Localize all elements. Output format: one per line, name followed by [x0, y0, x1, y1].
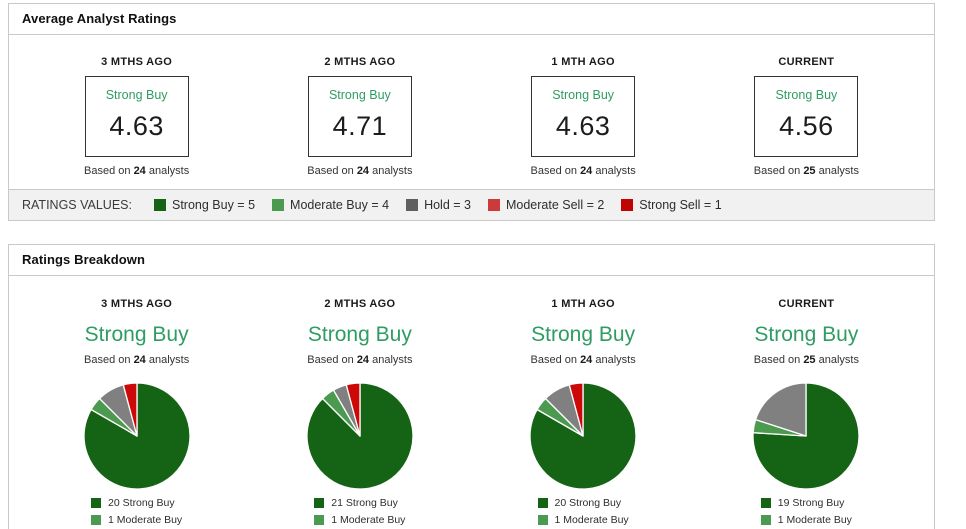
period-label: 2 MTHS AGO — [324, 56, 396, 68]
legend-item-strong-buy: Strong Buy = 5 — [153, 198, 255, 212]
period-label: CURRENT — [778, 56, 835, 68]
legend-item-hold: Hold = 3 — [406, 198, 471, 212]
pie-legend-item: 1 Moderate Buy — [91, 514, 182, 526]
legend-item-strong-sell: Strong Sell = 1 — [621, 198, 722, 212]
analyst-count: 24 — [580, 354, 593, 366]
moderate-buy-swatch-icon — [760, 514, 771, 525]
ratings-values-legend: RATINGS VALUES: Strong Buy = 5 Moderate … — [9, 189, 934, 220]
ratings-breakdown-panel: Ratings Breakdown 3 MTHS AGO Strong Buy … — [8, 244, 935, 529]
based-on-analysts: Based on 25 analysts — [753, 354, 859, 366]
strong-buy-swatch-icon — [314, 498, 325, 508]
analyst-count: 24 — [356, 354, 370, 366]
strong-buy-swatch-icon — [537, 498, 548, 508]
rating-text: Strong Buy — [552, 88, 615, 102]
pie-legend-item: 20 Strong Buy — [91, 497, 182, 509]
rating-box: Strong Buy 4.63 — [531, 76, 636, 157]
pie-legend: 20 Strong Buy1 Moderate Buy2 Hold1 Stron… — [537, 497, 629, 529]
moderate-buy-swatch-icon — [314, 514, 325, 525]
strong-buy-swatch-icon — [91, 498, 102, 508]
based-on-analysts: Based on 25 analysts — [753, 165, 859, 177]
consensus-rating: Strong Buy — [531, 323, 636, 346]
period-label: CURRENT — [778, 298, 835, 310]
avg-column-2mths: 2 MTHS AGO Strong Buy 4.71 Based on 24 a… — [248, 56, 471, 177]
moderate-buy-swatch-icon — [91, 514, 102, 525]
rating-box: Strong Buy 4.56 — [754, 76, 859, 157]
based-on-analysts: Based on 24 analysts — [530, 165, 636, 177]
pie-chart[interactable] — [248, 380, 471, 492]
rating-text: Strong Buy — [328, 88, 391, 102]
based-on-analysts: Based on 24 analysts — [307, 354, 413, 366]
strong-buy-swatch-icon — [153, 199, 166, 211]
average-ratings-columns: 3 MTHS AGO Strong Buy 4.63 Based on 24 a… — [9, 35, 934, 189]
breakdown-column-3mths: 3 MTHS AGO Strong Buy Based on 24 analys… — [25, 298, 248, 529]
pie-legend-item: 19 Strong Buy — [760, 497, 852, 509]
pie-legend-label: 1 Moderate Buy — [554, 513, 629, 526]
period-label: 3 MTHS AGO — [101, 56, 173, 68]
rating-text: Strong Buy — [105, 88, 168, 102]
based-on-analysts: Based on 24 analysts — [84, 354, 190, 366]
avg-column-3mths: 3 MTHS AGO Strong Buy 4.63 Based on 24 a… — [25, 56, 248, 177]
rating-value: 4.63 — [109, 111, 164, 141]
panel-title: Ratings Breakdown — [9, 245, 934, 276]
strong-sell-swatch-icon — [621, 199, 634, 211]
ratings-values-label: RATINGS VALUES: — [22, 198, 132, 212]
rating-value: 4.71 — [332, 111, 388, 141]
analyst-count: 24 — [356, 165, 370, 177]
based-on-analysts: Based on 24 analysts — [307, 165, 413, 177]
pie-legend-label: 19 Strong Buy — [777, 497, 845, 509]
hold-swatch-icon — [406, 199, 419, 211]
breakdown-column-2mths: 2 MTHS AGO Strong Buy Based on 24 analys… — [248, 298, 471, 529]
moderate-sell-swatch-icon — [487, 199, 500, 211]
based-on-analysts: Based on 24 analysts — [84, 165, 190, 177]
analyst-count: 25 — [803, 165, 816, 177]
breakdown-column-current: CURRENT Strong Buy Based on 25 analysts … — [695, 298, 918, 529]
pie-legend-label: 1 Moderate Buy — [777, 513, 852, 526]
pie-legend-label: 20 Strong Buy — [554, 497, 622, 509]
pie-legend-item: 1 Moderate Buy — [314, 514, 405, 526]
pie-legend: 21 Strong Buy1 Moderate Buy1 Hold1 Stron… — [314, 497, 405, 529]
pie-legend-item: 21 Strong Buy — [314, 497, 405, 509]
legend-item-moderate-buy: Moderate Buy = 4 — [272, 198, 389, 212]
pie-legend: 20 Strong Buy1 Moderate Buy2 Hold1 Stron… — [91, 497, 182, 529]
analyst-count: 24 — [580, 165, 593, 177]
strong-buy-swatch-icon — [760, 498, 771, 508]
rating-box: Strong Buy 4.63 — [84, 76, 189, 157]
pie-legend-item: 1 Moderate Buy — [760, 513, 852, 526]
period-label: 3 MTHS AGO — [101, 298, 173, 310]
pie-legend-item: 1 Moderate Buy — [537, 513, 629, 526]
period-label: 2 MTHS AGO — [324, 298, 396, 310]
rating-box: Strong Buy 4.71 — [307, 76, 412, 157]
pie-legend-label: 1 Moderate Buy — [108, 513, 183, 526]
pie-legend: 19 Strong Buy1 Moderate Buy5 Hold — [760, 497, 852, 529]
pie-legend-label: 21 Strong Buy — [331, 497, 398, 509]
consensus-rating: Strong Buy — [754, 323, 859, 346]
analyst-count: 25 — [803, 354, 816, 366]
period-label: 1 MTH AGO — [551, 298, 615, 310]
pie-legend-label: 1 Moderate Buy — [331, 513, 406, 526]
period-label: 1 MTH AGO — [551, 56, 615, 68]
pie-chart[interactable] — [472, 380, 695, 492]
legend-item-moderate-sell: Moderate Sell = 2 — [487, 198, 604, 212]
breakdown-column-1mth: 1 MTH AGO Strong Buy Based on 24 analyst… — [472, 298, 695, 529]
pie-chart[interactable] — [695, 380, 918, 492]
average-analyst-ratings-panel: Average Analyst Ratings 3 MTHS AGO Stron… — [8, 3, 935, 221]
moderate-buy-swatch-icon — [272, 199, 285, 211]
avg-column-current: CURRENT Strong Buy 4.56 Based on 25 anal… — [695, 56, 918, 177]
consensus-rating: Strong Buy — [307, 323, 412, 346]
consensus-rating: Strong Buy — [84, 323, 189, 346]
analyst-count: 24 — [133, 165, 146, 177]
pie-chart[interactable] — [25, 380, 248, 492]
analyst-count: 24 — [133, 354, 146, 366]
rating-text: Strong Buy — [775, 88, 838, 102]
moderate-buy-swatch-icon — [537, 514, 548, 525]
rating-value: 4.56 — [779, 111, 834, 141]
based-on-analysts: Based on 24 analysts — [530, 354, 636, 366]
pie-legend-label: 20 Strong Buy — [108, 497, 175, 509]
panel-title: Average Analyst Ratings — [9, 4, 934, 35]
pie-legend-item: 20 Strong Buy — [537, 497, 629, 509]
rating-value: 4.63 — [555, 111, 611, 141]
avg-column-1mth: 1 MTH AGO Strong Buy 4.63 Based on 24 an… — [472, 56, 695, 177]
breakdown-columns: 3 MTHS AGO Strong Buy Based on 24 analys… — [9, 276, 934, 529]
